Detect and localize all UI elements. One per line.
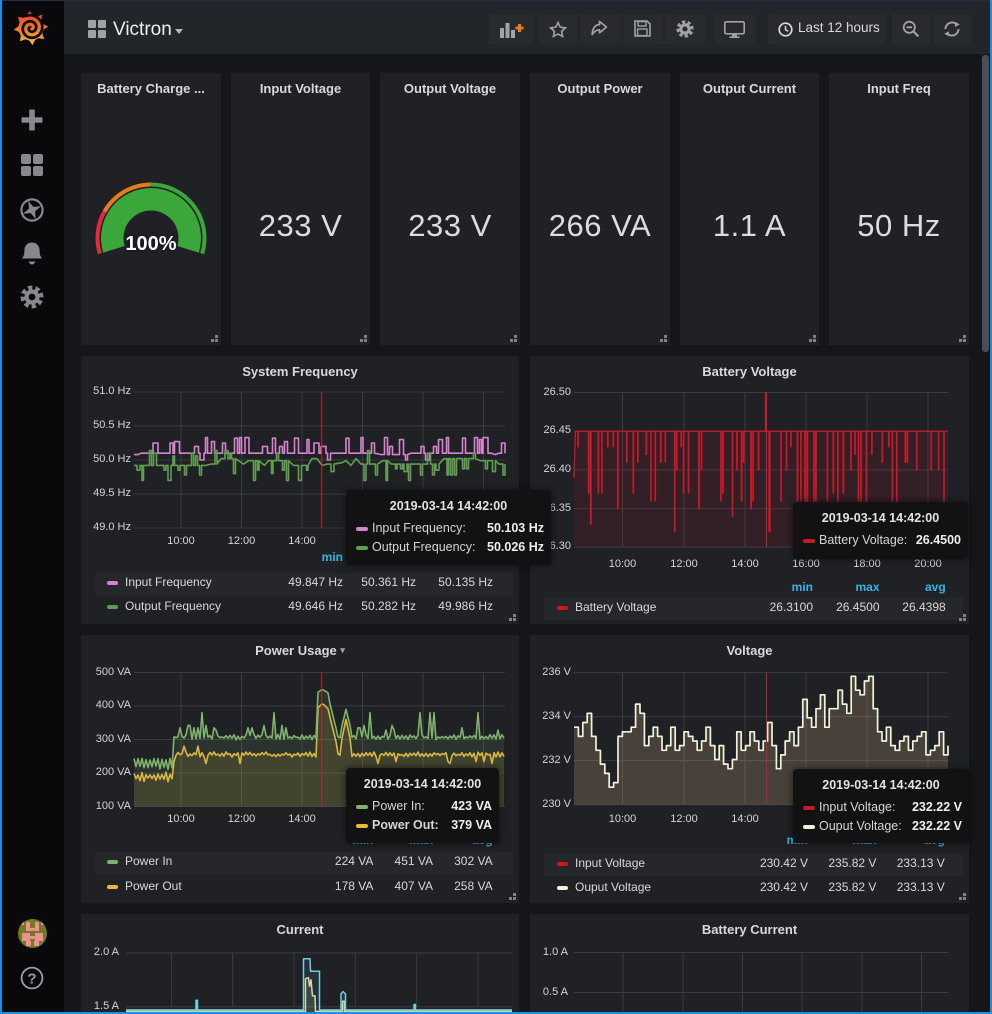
svg-text:?: ? [27,971,36,988]
